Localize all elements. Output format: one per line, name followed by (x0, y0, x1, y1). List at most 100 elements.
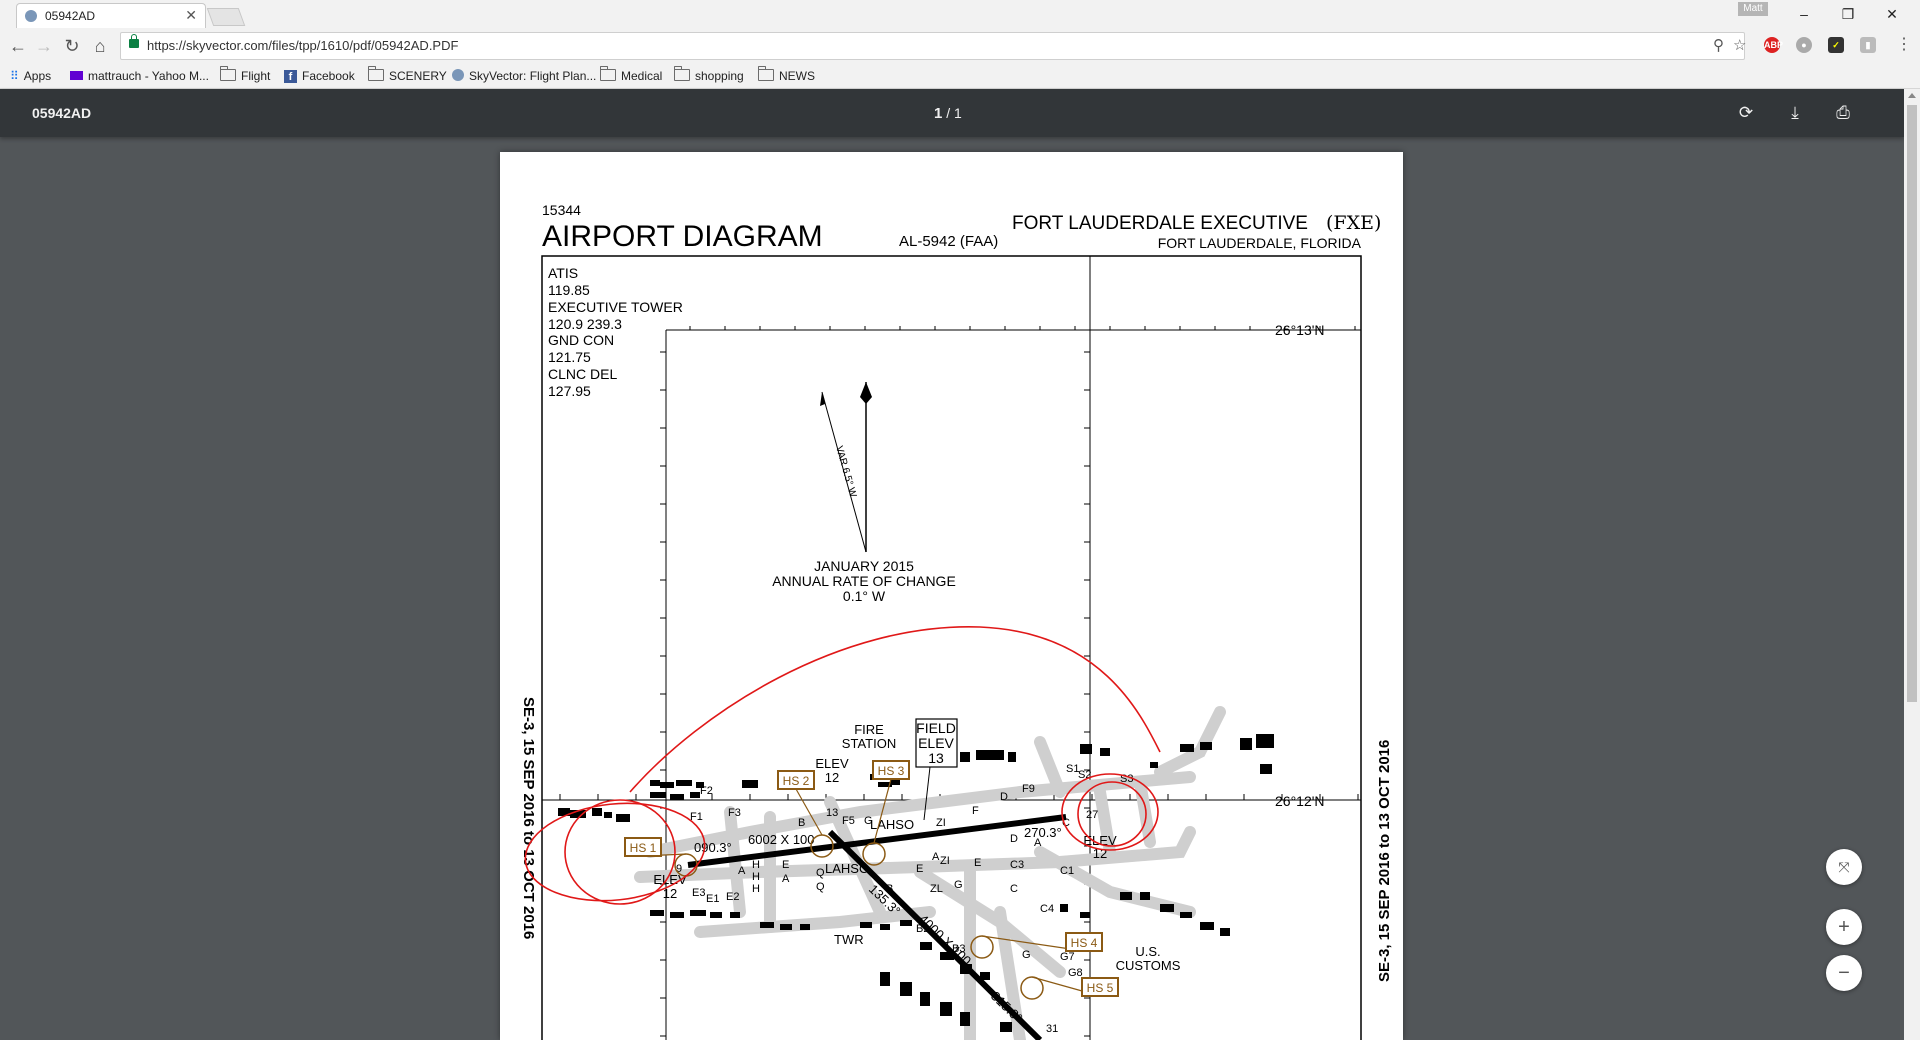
building (616, 814, 630, 822)
building (890, 780, 900, 785)
north-arrow-true (860, 382, 872, 552)
hot-spot-label: HS 2 (783, 774, 810, 788)
diagram-heading: AIRPORT DIAGRAM (542, 220, 823, 253)
bookmark-news[interactable]: NEWS (757, 66, 815, 84)
taxiway-label: C1 (1060, 865, 1074, 877)
rotate-icon[interactable]: ⟳ (1734, 101, 1758, 125)
profile-badge[interactable]: Matt (1738, 2, 1768, 16)
url-text[interactable]: https://skyvector.com/files/tpp/1610/pdf… (147, 38, 458, 53)
taxiway-label: D (1010, 833, 1018, 845)
adblock-icon[interactable]: ABP (1764, 37, 1783, 53)
elev-line: 12 (825, 770, 839, 785)
bookmark-star-icon[interactable]: ☆ (1733, 36, 1746, 54)
download-icon[interactable]: ⤓ (1783, 101, 1807, 125)
scroll-up-arrow-icon[interactable] (1908, 93, 1916, 98)
zoom-magnifier-icon[interactable]: ⚲ (1713, 36, 1724, 54)
latitude-mid-label: 26°12'N (1275, 793, 1325, 809)
hot-spot-label: HS 4 (1071, 936, 1098, 950)
building (880, 924, 890, 930)
building (992, 750, 1004, 760)
taxiway-label: A (738, 865, 746, 877)
page-scrollbar[interactable] (1904, 89, 1920, 1040)
bookmark-skyvector[interactable]: SkyVector: Flight Plan... (452, 68, 596, 84)
extension-icon[interactable]: ● (1796, 37, 1812, 53)
new-tab-button[interactable] (206, 8, 246, 26)
taxiway-label: F (972, 805, 979, 817)
building (690, 792, 700, 798)
reload-icon[interactable]: ↻ (60, 34, 84, 58)
minimize-icon[interactable]: – (1782, 0, 1826, 28)
hdg-090: 090.3° (694, 840, 732, 855)
taxiway-label: ZL (930, 883, 943, 895)
zoom-out-icon[interactable]: − (1826, 955, 1862, 991)
hot-spot-label: HS 3 (878, 764, 905, 778)
taxiway-label: F2 (700, 785, 713, 797)
taxiway-label: E (974, 857, 981, 869)
bookmark-facebook[interactable]: f Facebook (284, 68, 355, 84)
browser-tab[interactable]: 05942AD ✕ (16, 3, 206, 29)
customs-line: CUSTOMS (1116, 958, 1181, 973)
home-icon[interactable]: ⌂ (88, 34, 112, 58)
bookmark-flight[interactable]: Flight (219, 66, 270, 84)
building (900, 982, 912, 996)
taxiway-label: 13 (826, 807, 838, 819)
close-window-icon[interactable]: ✕ (1870, 0, 1914, 28)
hot-spot-label: HS 1 (630, 841, 657, 855)
building (592, 808, 602, 816)
fit-page-icon[interactable]: ⤧ (1826, 849, 1862, 885)
bookmark-shopping[interactable]: shopping (673, 66, 744, 84)
bookmark-apps[interactable]: ⠿ Apps (10, 68, 51, 84)
tick-marks (559, 326, 1359, 1037)
folder-icon (673, 66, 690, 81)
building (1220, 928, 1230, 936)
building (800, 924, 810, 930)
building (1240, 738, 1252, 750)
taxiway-label: H (752, 883, 760, 895)
print-icon[interactable]: ⎙ (1831, 101, 1855, 125)
page-separator: / (946, 105, 951, 121)
building (980, 972, 990, 980)
freq-line: 121.75 (548, 349, 591, 365)
building (670, 794, 684, 800)
rate-of-change: JANUARY 2015 ANNUAL RATE OF CHANGE 0.1° … (772, 558, 956, 604)
close-tab-icon[interactable]: ✕ (185, 7, 197, 24)
fire-line: STATION (842, 736, 896, 751)
extension-check-icon[interactable]: ✓ (1828, 37, 1844, 53)
validity-right: SE-3, 15 SEP 2016 to 13 OCT 2016 (1376, 740, 1393, 982)
building (604, 812, 612, 818)
bookmark-medical[interactable]: Medical (599, 66, 662, 84)
diagram-number: 15344 (542, 202, 581, 218)
extension-chart-icon[interactable]: ▮ (1860, 37, 1876, 53)
bookmark-yahoo-mail[interactable]: mattrauch - Yahoo M... (70, 68, 209, 84)
forward-arrow-icon[interactable]: → (32, 34, 56, 58)
freq-line: GND CON (548, 332, 614, 348)
total-pages: 1 (954, 105, 962, 121)
taxiway-label: E (782, 859, 789, 871)
address-bar[interactable]: https://skyvector.com/files/tpp/1610/pdf… (120, 32, 1746, 60)
facebook-icon: f (284, 70, 297, 83)
taxiway-label: B2 (916, 923, 929, 935)
taxiway-label: H (752, 859, 760, 871)
building (710, 912, 722, 918)
taxiway-label: G (954, 879, 963, 891)
folder-icon (367, 66, 384, 81)
taxiway-label: G7 (1060, 951, 1075, 963)
elev-line: ELEV (815, 756, 849, 771)
taxiway-label: D (1000, 791, 1008, 803)
browser-menu-icon[interactable]: ⋮ (1896, 34, 1912, 54)
taxiway-label: A (1034, 837, 1042, 849)
freq-line: CLNC DEL (548, 366, 617, 382)
current-page[interactable]: 1 (934, 105, 942, 122)
building (1120, 892, 1132, 900)
scrollbar-thumb[interactable] (1907, 105, 1917, 702)
pdf-toolbar: 05942AD 1 / 1 ⟳ ⤓ ⎙ (0, 89, 1904, 137)
restore-icon[interactable]: ❐ (1826, 0, 1870, 28)
building (940, 1002, 952, 1016)
bookmark-scenery[interactable]: SCENERY (367, 66, 447, 84)
back-arrow-icon[interactable]: ← (6, 34, 30, 58)
taxiway-label: Q (816, 881, 825, 893)
building (960, 752, 970, 762)
hot-spot-circle (862, 842, 886, 866)
zoom-in-icon[interactable]: + (1826, 909, 1862, 945)
airport-location: FORT LAUDERDALE, FLORIDA (1158, 235, 1362, 251)
